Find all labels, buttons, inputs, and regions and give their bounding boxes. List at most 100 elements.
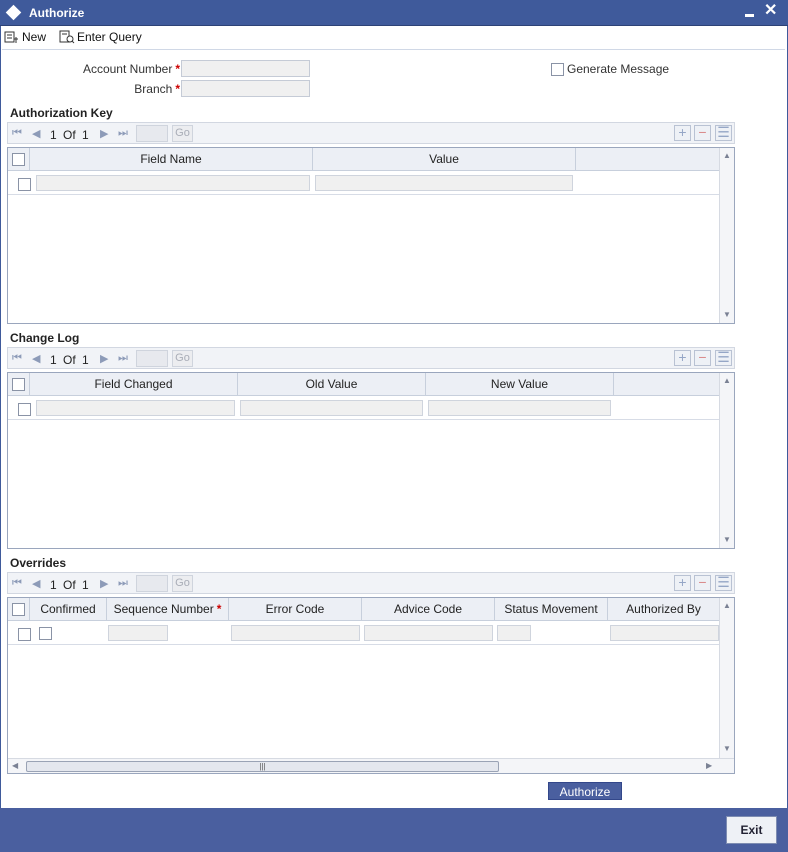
column-header: Status Movement [495,598,608,621]
page-of: Of [63,578,76,592]
select-all-checkbox[interactable] [12,378,25,391]
field-changed-input[interactable] [36,400,235,416]
confirmed-checkbox[interactable] [39,627,52,640]
next-page-icon[interactable]: ▶ [100,127,108,140]
value-input[interactable] [315,175,573,191]
minimize-icon[interactable] [745,14,754,17]
column-header: Advice Code [362,598,495,621]
new-label: New [22,30,47,44]
scroll-down-icon[interactable]: ▼ [723,744,731,753]
table-row [8,396,719,420]
horizontal-scrollbar[interactable]: ◀ ||| ▶ [8,758,734,773]
authorized-by-input[interactable] [610,625,719,641]
change-log-grid: Field Changed Old Value New Value ▲ ▼ [7,372,735,549]
exit-button[interactable]: Exit [726,816,777,844]
table-row [8,621,719,645]
last-page-icon[interactable]: ⏭ [118,352,128,365]
add-row-icon[interactable]: + [674,350,691,366]
grid-header: Field Name Value [8,148,719,171]
scroll-up-icon[interactable]: ▲ [723,376,731,385]
first-page-icon[interactable]: ⏮ [12,127,22,140]
column-header: Value [313,148,576,171]
new-button[interactable]: New [4,28,46,46]
page-current: 1 [50,578,57,592]
prev-page-icon[interactable]: ◀ [32,127,40,140]
scroll-up-icon[interactable]: ▲ [723,151,731,160]
column-header: Sequence Number * [107,598,229,621]
error-code-input[interactable] [231,625,360,641]
prev-page-icon[interactable]: ◀ [32,577,40,590]
column-header: Authorized By [626,602,701,616]
select-all-checkbox[interactable] [12,603,25,616]
scroll-up-icon[interactable]: ▲ [723,601,731,610]
next-page-icon[interactable]: ▶ [100,577,108,590]
branch-input[interactable] [181,80,310,97]
column-header: Field Name [30,148,313,171]
change-log-title: Change Log [10,331,80,345]
grip-icon: ||| [259,762,266,771]
enter-query-button[interactable]: Enter Query [59,28,142,46]
generate-message-checkbox[interactable] [551,63,564,76]
grid-header: Field Changed Old Value New Value [8,373,719,396]
row-select-checkbox[interactable] [18,403,31,416]
sequence-number-input[interactable] [108,625,168,641]
old-value-input[interactable] [240,400,423,416]
select-all-checkbox[interactable] [12,153,25,166]
query-icon [59,30,75,44]
single-view-icon[interactable]: ☰ [715,125,732,141]
page-number-input[interactable] [136,350,168,367]
delete-row-icon[interactable]: − [694,575,711,591]
overrides-title: Overrides [10,556,67,570]
status-movement-input[interactable] [497,625,531,641]
field-name-input[interactable] [36,175,310,191]
branch-label: Branch * [134,82,180,96]
vertical-scrollbar[interactable]: ▲ ▼ [719,373,734,548]
last-page-icon[interactable]: ⏭ [118,577,128,590]
close-icon[interactable]: ✕ [764,2,777,20]
column-header: Error Code [229,598,362,621]
page-current: 1 [50,353,57,367]
authorize-button[interactable]: Authorize [548,782,622,800]
column-header: New Value [426,373,614,396]
single-view-icon[interactable]: ☰ [715,575,732,591]
select-all-cell [8,598,30,621]
vertical-scrollbar[interactable]: ▲ ▼ [719,148,734,323]
first-page-icon[interactable]: ⏮ [12,577,22,590]
row-select-checkbox[interactable] [18,178,31,191]
single-view-icon[interactable]: ☰ [715,350,732,366]
title-bar: Authorize ✕ [0,0,788,26]
row-select-checkbox[interactable] [18,628,31,641]
advice-code-input[interactable] [364,625,493,641]
vertical-scrollbar[interactable]: ▲ ▼ [719,598,734,758]
window-title: Authorize [29,6,85,20]
prev-page-icon[interactable]: ◀ [32,352,40,365]
scrollbar-thumb[interactable]: ||| [26,761,499,772]
authorization-key-pager: ⏮ ◀ 1 Of 1 ▶ ⏭ Go + − ☰ [7,122,735,144]
scroll-down-icon[interactable]: ▼ [723,310,731,319]
authorization-key-grid: Field Name Value ▲ ▼ [7,147,735,324]
scroll-down-icon[interactable]: ▼ [723,535,731,544]
scroll-right-icon[interactable]: ▶ [706,761,712,770]
page-total: 1 [82,353,89,367]
page-number-input[interactable] [136,125,168,142]
account-number-label: Account Number * [82,62,180,76]
account-number-input[interactable] [181,60,310,77]
next-page-icon[interactable]: ▶ [100,352,108,365]
page-of: Of [63,128,76,142]
enter-query-label: Enter Query [77,30,142,44]
page-total: 1 [82,578,89,592]
overrides-grid: Confirmed Sequence Number * Error Code Ad… [7,597,735,774]
overrides-pager: ⏮ ◀ 1 Of 1 ▶ ⏭ Go + − ☰ [7,572,735,594]
last-page-icon[interactable]: ⏭ [118,127,128,140]
first-page-icon[interactable]: ⏮ [12,352,22,365]
go-button[interactable]: Go [172,350,193,367]
page-number-input[interactable] [136,575,168,592]
scroll-left-icon[interactable]: ◀ [12,761,18,770]
new-value-input[interactable] [428,400,611,416]
go-button[interactable]: Go [172,575,193,592]
add-row-icon[interactable]: + [674,125,691,141]
delete-row-icon[interactable]: − [694,350,711,366]
go-button[interactable]: Go [172,125,193,142]
delete-row-icon[interactable]: − [694,125,711,141]
add-row-icon[interactable]: + [674,575,691,591]
